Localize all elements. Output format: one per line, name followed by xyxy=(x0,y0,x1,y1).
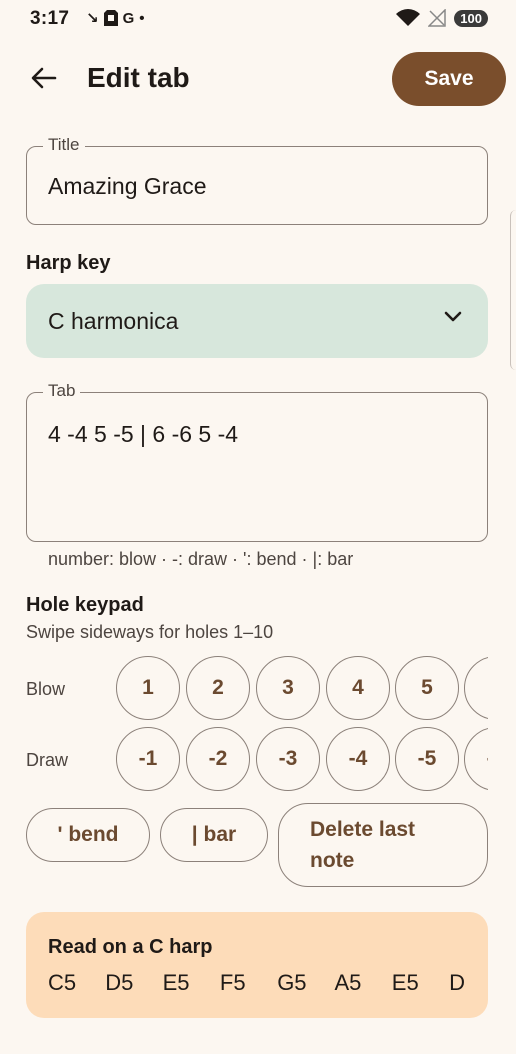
note: F5 xyxy=(219,970,246,995)
title-field-label: Title xyxy=(43,135,85,155)
draw-row-label: Draw xyxy=(26,750,69,770)
bar-button[interactable]: | bar xyxy=(160,808,268,862)
scroll-edge-indicator xyxy=(510,210,516,370)
blow-key-3[interactable]: 3 xyxy=(256,656,320,720)
status-time: 3:17 xyxy=(30,8,70,29)
arrow-left-icon xyxy=(31,67,57,89)
note: G5 xyxy=(277,970,307,995)
battery-indicator: 100 xyxy=(454,9,488,27)
blow-key-6[interactable]: 6 xyxy=(464,656,488,720)
hole-keypad-heading: Hole keypad xyxy=(26,594,144,616)
readout-title: Read on a C harp xyxy=(48,936,213,958)
harp-key-selected: C harmonica xyxy=(48,307,179,334)
wifi-icon xyxy=(396,9,421,26)
title-field[interactable]: Title Amazing Grace xyxy=(26,135,488,225)
tab-field[interactable]: Tab 4 -4 5 -5 | 6 -6 5 -4 xyxy=(26,381,488,542)
harp-key-dropdown[interactable]: C harmonica xyxy=(26,284,488,358)
save-button[interactable]: Save xyxy=(392,52,506,106)
draw-key-5[interactable]: -5 xyxy=(395,727,459,791)
blow-key-1[interactable]: 1 xyxy=(116,656,180,720)
note: D5 xyxy=(105,970,134,995)
page-title: Edit tab xyxy=(87,62,190,93)
blow-key-4[interactable]: 4 xyxy=(326,656,390,720)
draw-key-2[interactable]: -2 xyxy=(186,727,250,791)
note: E5 xyxy=(162,970,190,995)
sd-card-icon xyxy=(103,10,118,26)
note: A5 xyxy=(334,970,362,995)
draw-key-3[interactable]: -3 xyxy=(256,727,320,791)
note: C5 xyxy=(48,970,77,995)
missed-call-icon: ↘ xyxy=(86,10,99,27)
draw-key-1[interactable]: -1 xyxy=(116,727,180,791)
blow-key-5[interactable]: 5 xyxy=(395,656,459,720)
readout-notes: C5 D5 E5 F5 G5 A5 E5 D5 xyxy=(48,970,466,996)
no-signal-icon xyxy=(428,9,447,27)
note: E5 xyxy=(391,970,419,995)
blow-key-row[interactable]: 1 2 3 4 5 6 xyxy=(116,656,488,724)
google-icon: G xyxy=(122,9,135,27)
chevron-down-icon xyxy=(444,311,462,322)
blow-key-2[interactable]: 2 xyxy=(186,656,250,720)
back-button[interactable] xyxy=(26,60,62,96)
draw-key-row[interactable]: -1 -2 -3 -4 -5 -6 xyxy=(116,727,488,795)
draw-key-6[interactable]: -6 xyxy=(464,727,488,791)
tab-helper-text: number: blow · -: draw · ': bend · |: ba… xyxy=(48,549,354,569)
blow-row-label: Blow xyxy=(26,679,66,699)
delete-last-note-button[interactable]: Delete last note xyxy=(278,803,488,887)
tab-field-label: Tab xyxy=(43,381,81,401)
note: D5 xyxy=(449,970,466,995)
readout-card: Read on a C harp C5 D5 E5 F5 G5 A5 E5 D5 xyxy=(26,912,488,1018)
status-bar: 3:17 ↘ G • 100 xyxy=(0,0,516,40)
keypad-subtitle: Swipe sideways for holes 1–10 xyxy=(26,622,274,642)
bend-button[interactable]: ' bend xyxy=(26,808,150,862)
tab-field-value[interactable]: 4 -4 5 -5 | 6 -6 5 -4 xyxy=(48,421,238,448)
title-field-value[interactable]: Amazing Grace xyxy=(48,173,207,200)
harp-key-heading: Harp key xyxy=(26,252,111,274)
draw-key-4[interactable]: -4 xyxy=(326,727,390,791)
dot-icon: • xyxy=(139,9,145,27)
